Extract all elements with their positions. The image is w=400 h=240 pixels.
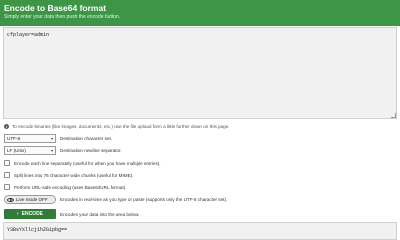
url-safe-label: Perform URL-safe encoding (uses Base64UR… xyxy=(14,184,127,190)
live-mode-row: Live mode OFF Encodes in real-time as yo… xyxy=(4,195,227,204)
page-subtitle: Simply enter your data then push the enc… xyxy=(4,14,121,20)
page-title: Encode to Base64 format xyxy=(4,3,107,13)
encode-button[interactable]: › ENCODE xyxy=(4,209,56,219)
newline-selected: LF (Unix) xyxy=(7,148,26,153)
input-textarea[interactable]: cfplayer=admin xyxy=(3,27,397,119)
page-header: Encode to Base64 format Simply enter you… xyxy=(0,0,400,26)
newline-select[interactable]: LF (Unix) ▾ xyxy=(4,146,56,155)
encode-button-label: ENCODE xyxy=(21,211,44,217)
encode-row: › ENCODE Encodes your data into the area… xyxy=(4,209,139,219)
chevron-right-icon: › xyxy=(16,211,19,217)
encode-lines-checkbox[interactable] xyxy=(4,160,10,166)
split-lines-label: Split lines into 76 character wide chunk… xyxy=(14,172,134,178)
chevron-down-icon: ▾ xyxy=(50,136,53,141)
charset-row: UTF-8 ▾ Destination character set. xyxy=(4,134,112,143)
info-text: To encode binaries (like images, documen… xyxy=(12,123,230,129)
encode-lines-label: Encode each line separately (useful for … xyxy=(14,160,161,166)
eye-icon xyxy=(7,197,14,202)
option-row-url-safe: Perform URL-safe encoding (uses Base64UR… xyxy=(4,184,126,190)
live-mode-label: Live mode OFF xyxy=(16,197,48,202)
charset-label: Destination character set. xyxy=(60,136,113,141)
live-mode-toggle[interactable]: Live mode OFF xyxy=(4,195,56,204)
newline-label: Destination newline separator. xyxy=(60,148,122,153)
info-note: i To encode binaries (like images, docum… xyxy=(4,122,230,130)
output-textarea[interactable]: Y3BsYXllcj1hZG1pbg== xyxy=(3,222,397,240)
option-row-split-lines: Split lines into 76 character wide chunk… xyxy=(4,172,134,178)
charset-selected: UTF-8 xyxy=(7,136,21,141)
option-row-encode-lines: Encode each line separately (useful for … xyxy=(4,160,161,166)
resize-handle-icon[interactable] xyxy=(391,113,396,118)
encode-description: Encodes your data into the area below. xyxy=(60,211,140,217)
split-lines-checkbox[interactable] xyxy=(4,172,10,178)
info-icon: i xyxy=(4,123,9,129)
charset-select[interactable]: UTF-8 ▾ xyxy=(4,134,56,143)
url-safe-checkbox[interactable] xyxy=(4,184,10,190)
newline-row: LF (Unix) ▾ Destination newline separato… xyxy=(4,146,122,155)
live-mode-description: Encodes in real-time as you type or past… xyxy=(60,197,228,202)
chevron-down-icon: ▾ xyxy=(50,148,53,153)
